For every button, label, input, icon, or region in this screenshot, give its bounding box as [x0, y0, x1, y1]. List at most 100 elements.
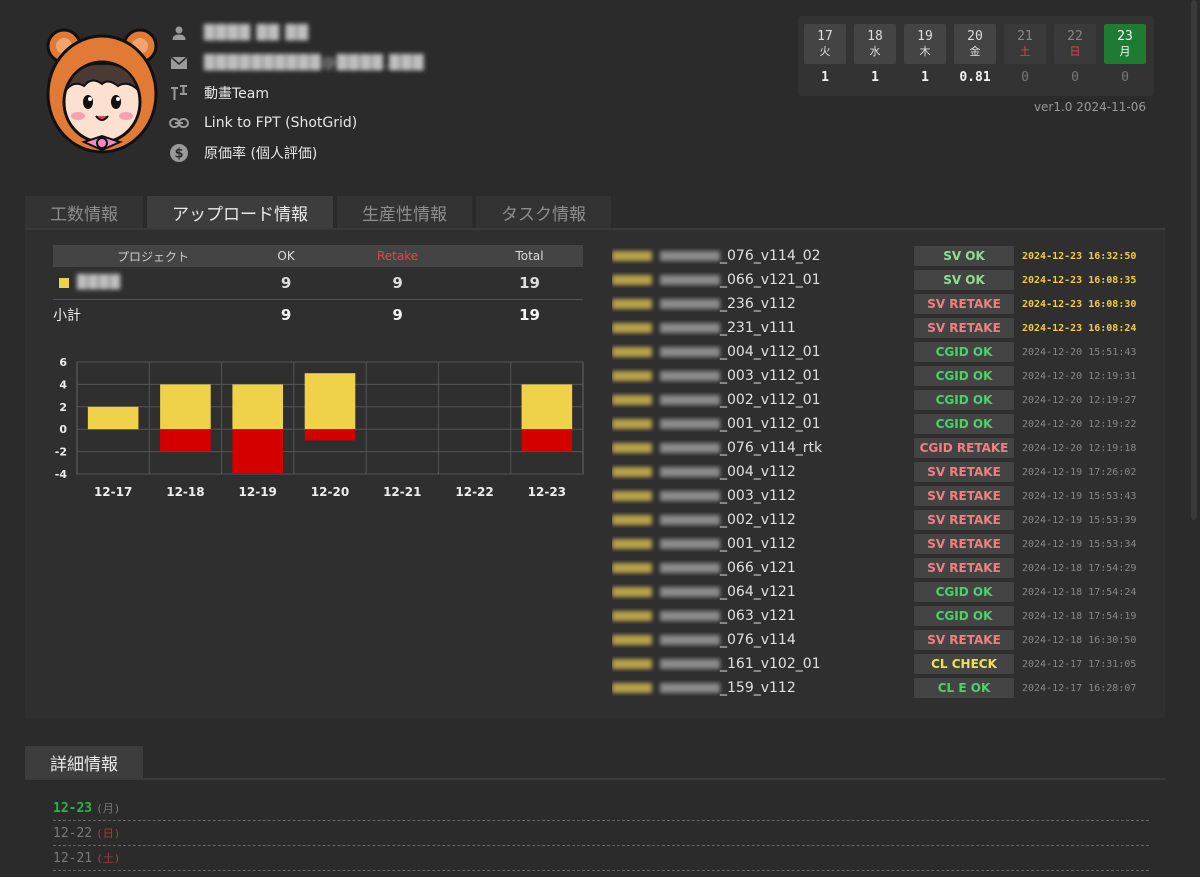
- tab-item[interactable]: 生産性情報: [337, 196, 472, 228]
- upload-suffix: _004_v112: [720, 464, 796, 480]
- redacted-shot: [660, 683, 720, 693]
- upload-name: _001_v112: [612, 536, 914, 552]
- upload-timestamp: 2024-12-23 16:08:24: [1022, 322, 1137, 334]
- redacted-shot: [660, 419, 720, 429]
- profile-email-row: ██████████@████.███: [168, 48, 424, 78]
- upload-suffix: _001_v112: [720, 536, 796, 552]
- upload-row[interactable]: _001_v112 SV RETAKE 2024-12-19 15:53:34: [612, 532, 1152, 556]
- upload-row[interactable]: _159_v112 CL E OK 2024-12-17 16:28:07: [612, 676, 1152, 700]
- calendar-weekday: 金: [969, 45, 981, 58]
- upload-suffix: _002_v112_01: [720, 392, 821, 408]
- tab-item[interactable]: アップロード情報: [147, 196, 333, 228]
- page-scrollbar[interactable]: [1188, 0, 1200, 877]
- redacted-shot: [660, 299, 720, 309]
- upload-name: _066_v121_01: [612, 272, 914, 288]
- details-tab[interactable]: 詳細情報: [25, 746, 143, 778]
- redacted-prefix: [612, 491, 652, 501]
- detail-day-row[interactable]: 12-22 (日): [53, 821, 1149, 846]
- details-day-list: 12-23 (月) 12-22 (日) 12-21 (土): [53, 796, 1149, 871]
- upload-row[interactable]: _004_v112_01 CGID OK 2024-12-20 15:51:43: [612, 340, 1152, 364]
- upload-row[interactable]: _066_v121_01 SV OK 2024-12-23 16:08:35: [612, 268, 1152, 292]
- calendar-day-box[interactable]: 21 土: [1004, 24, 1046, 64]
- chart-bar: [160, 384, 211, 430]
- week-calendar: 17 火 1 18 水 1 19 木 1 20 金 0.81 21 土 0 22 日 0 23 月 0: [798, 16, 1154, 96]
- tab-item[interactable]: 工数情報: [25, 196, 143, 228]
- upload-row[interactable]: _001_v112_01 CGID OK 2024-12-20 12:19:22: [612, 412, 1152, 436]
- calendar-day[interactable]: 23 月 0: [1104, 24, 1146, 88]
- upload-row[interactable]: _063_v121 CGID OK 2024-12-18 17:54:19: [612, 604, 1152, 628]
- fpt-link-row[interactable]: Link to FPT (ShotGrid): [168, 108, 424, 138]
- upload-suffix: _003_v112: [720, 488, 796, 504]
- calendar-day[interactable]: 21 土 0: [1004, 24, 1046, 88]
- detail-date: 12-23: [53, 800, 93, 816]
- upload-timestamp: 2024-12-23 16:32:50: [1022, 250, 1137, 262]
- person-icon: [168, 22, 190, 44]
- upload-row[interactable]: _161_v102_01 CL CHECK 2024-12-17 17:31:05: [612, 652, 1152, 676]
- upload-timestamp: 2024-12-17 16:28:07: [1022, 682, 1137, 694]
- calendar-day[interactable]: 18 水 1: [854, 24, 896, 88]
- calendar-day[interactable]: 19 木 1: [904, 24, 946, 88]
- upload-row[interactable]: _004_v112 SV RETAKE 2024-12-19 17:26:02: [612, 460, 1152, 484]
- chart-bar: [304, 429, 356, 441]
- upload-name: _064_v121: [612, 584, 914, 600]
- upload-suffix: _002_v112: [720, 512, 796, 528]
- calendar-day-box[interactable]: 17 火: [804, 24, 846, 64]
- upload-row[interactable]: _236_v112 SV RETAKE 2024-12-23 16:08:30: [612, 292, 1152, 316]
- upload-suffix: _236_v112: [720, 296, 796, 312]
- upload-timestamp: 2024-12-23 16:08:35: [1022, 274, 1137, 286]
- calendar-day[interactable]: 22 日 0: [1054, 24, 1096, 88]
- upload-row[interactable]: _064_v121 CGID OK 2024-12-18 17:54:24: [612, 580, 1152, 604]
- version-label: ver1.0 2024-11-06: [1033, 100, 1146, 114]
- upload-suffix: _064_v121: [720, 584, 796, 600]
- calendar-day-box[interactable]: 20 金: [954, 24, 996, 64]
- upload-timestamp: 2024-12-19 15:53:39: [1022, 514, 1137, 526]
- scrollbar-thumb[interactable]: [1191, 0, 1197, 520]
- calendar-day[interactable]: 17 火 1: [804, 24, 846, 88]
- upload-name: _002_v112_01: [612, 392, 914, 408]
- redacted-prefix: [612, 275, 652, 285]
- redacted-prefix: [612, 371, 652, 381]
- upload-row[interactable]: _003_v112 SV RETAKE 2024-12-19 15:53:43: [612, 484, 1152, 508]
- calendar-weekday: 水: [869, 45, 881, 58]
- upload-name: _076_v114: [612, 632, 914, 648]
- calendar-day-box[interactable]: 18 水: [854, 24, 896, 64]
- upload-suffix: _066_v121_01: [720, 272, 821, 288]
- calendar-day-box[interactable]: 19 木: [904, 24, 946, 64]
- dollar-icon: $: [168, 142, 190, 164]
- upload-row[interactable]: _076_v114_02 SV OK 2024-12-23 16:32:50: [612, 244, 1152, 268]
- cost-rate-row[interactable]: $ 原価率 (個人評価): [168, 138, 424, 168]
- calendar-hours: 0: [1121, 70, 1129, 85]
- upload-row[interactable]: _076_v114_rtk CGID RETAKE 2024-12-20 12:19…: [612, 436, 1152, 460]
- calendar-date: 19: [917, 29, 933, 44]
- fpt-link[interactable]: Link to FPT (ShotGrid): [204, 115, 357, 131]
- redacted-shot: [660, 251, 720, 261]
- upload-summary-table: プロジェクト OK Retake Total ████ 9 9 19 小計 9 …: [53, 245, 583, 331]
- upload-row[interactable]: _002_v112_01 CGID OK 2024-12-20 12:19:27: [612, 388, 1152, 412]
- detail-day-row[interactable]: 12-23 (月): [53, 796, 1149, 821]
- detail-day-row[interactable]: 12-21 (土): [53, 846, 1149, 871]
- cost-rate-link[interactable]: 原価率 (個人評価): [204, 143, 317, 163]
- upload-name: _003_v112: [612, 488, 914, 504]
- calendar-day-box[interactable]: 22 日: [1054, 24, 1096, 64]
- calendar-day[interactable]: 20 金 0.81: [954, 24, 996, 88]
- upload-row[interactable]: _002_v112 SV RETAKE 2024-12-19 15:53:39: [612, 508, 1152, 532]
- chart-bar: [87, 406, 139, 430]
- upload-timestamp: 2024-12-20 12:19:18: [1022, 442, 1137, 454]
- calendar-day-box[interactable]: 23 月: [1104, 24, 1146, 64]
- details-divider: [25, 778, 1165, 780]
- tab-item[interactable]: タスク情報: [476, 196, 611, 228]
- upload-timestamp: 2024-12-20 15:51:43: [1022, 346, 1137, 358]
- upload-row[interactable]: _231_v111 SV RETAKE 2024-12-23 16:08:24: [612, 316, 1152, 340]
- status-badge: SV RETAKE: [914, 462, 1014, 482]
- calendar-date: 21: [1017, 29, 1033, 44]
- detail-date: 12-21: [53, 850, 93, 866]
- upload-name: _004_v112_01: [612, 344, 914, 360]
- calendar-hours: 0: [1021, 70, 1029, 85]
- calendar-weekday: 土: [1019, 45, 1031, 58]
- upload-row[interactable]: _066_v121 SV RETAKE 2024-12-18 17:54:29: [612, 556, 1152, 580]
- redacted-prefix: [612, 251, 652, 261]
- upload-timestamp: 2024-12-18 16:30:50: [1022, 634, 1137, 646]
- redacted-shot: [660, 635, 720, 645]
- upload-row[interactable]: _076_v114 SV RETAKE 2024-12-18 16:30:50: [612, 628, 1152, 652]
- upload-row[interactable]: _003_v112_01 CGID OK 2024-12-20 12:19:31: [612, 364, 1152, 388]
